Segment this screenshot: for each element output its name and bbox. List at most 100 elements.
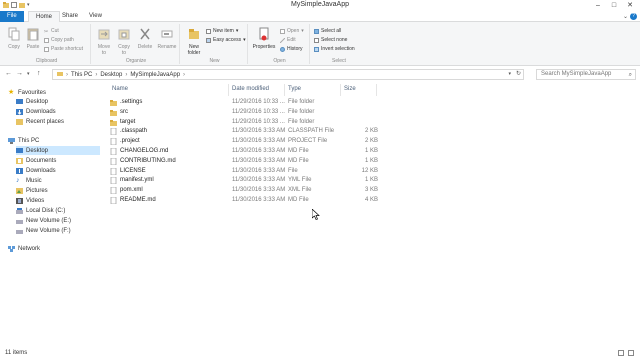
- nav-pc-videos[interactable]: Videos: [16, 196, 116, 205]
- nav-this-pc[interactable]: This PC: [8, 136, 108, 145]
- nav-pc-music[interactable]: ♪ Music: [16, 176, 116, 185]
- column-header-date[interactable]: Date modified: [232, 86, 269, 92]
- file-name: target: [120, 118, 136, 125]
- refresh-icon[interactable]: ↻: [516, 70, 521, 77]
- maximize-button[interactable]: □: [606, 0, 622, 10]
- nav-fav-downloads[interactable]: Downloads: [16, 107, 116, 116]
- column-divider[interactable]: [228, 84, 229, 96]
- file-row[interactable]: README.md 11/30/2016 3:33 AM MD File 4 KB: [106, 196, 378, 205]
- breadcrumb-this-pc[interactable]: This PC: [71, 72, 92, 78]
- new-item-button[interactable]: New item ▾: [206, 28, 238, 34]
- tab-view[interactable]: View: [82, 11, 109, 22]
- nav-pc-pictures[interactable]: Pictures: [16, 186, 116, 195]
- easy-access-button[interactable]: Easy access ▾: [206, 37, 246, 43]
- copy-button[interactable]: Copy: [5, 27, 23, 50]
- invert-selection-button[interactable]: Invert selection: [314, 46, 355, 52]
- ribbon-collapse-icon[interactable]: ⌄: [623, 13, 628, 20]
- chevron-down-icon: ▾: [301, 28, 304, 34]
- nav-fav-desktop[interactable]: Desktop: [16, 97, 116, 106]
- open-button[interactable]: Open ▾: [280, 28, 304, 34]
- paste-shortcut-button[interactable]: Paste shortcut: [44, 46, 83, 52]
- scissors-icon: ✂: [44, 28, 49, 35]
- select-none-button[interactable]: Select none: [314, 37, 347, 43]
- nav-favourites[interactable]: ★ Favourites: [8, 88, 108, 97]
- new-folder-button[interactable]: New folder: [184, 27, 204, 56]
- rename-button[interactable]: Rename: [156, 27, 178, 50]
- breadcrumb-current-folder[interactable]: MySimpleJavaApp: [130, 72, 180, 78]
- back-arrow-icon[interactable]: ←: [5, 70, 12, 77]
- forward-arrow-icon[interactable]: →: [16, 70, 23, 77]
- copy-path-button[interactable]: Copy path: [44, 37, 74, 43]
- address-bar[interactable]: › This PC › Desktop › MySimpleJavaApp › …: [52, 69, 524, 80]
- file-row[interactable]: LICENSE 11/30/2016 3:33 AM File 12 KB: [106, 167, 378, 176]
- file-name: src: [120, 108, 128, 115]
- close-button[interactable]: ✕: [622, 0, 638, 10]
- file-row[interactable]: .classpath 11/30/2016 3:33 AM CLASSPATH Fi…: [106, 127, 378, 136]
- file-row[interactable]: CONTRIBUTING.md 11/30/2016 3:33 AM MD File…: [106, 157, 378, 166]
- file-name: README.md: [120, 197, 156, 203]
- edit-button[interactable]: Edit: [279, 37, 296, 43]
- file-row[interactable]: target 11/29/2016 10:33 ... File folder: [106, 118, 378, 127]
- nav-pc-local-disk-c[interactable]: Local Disk (C:): [16, 206, 116, 215]
- file-date: 11/29/2016 10:33 ...: [232, 108, 285, 115]
- move-to-button[interactable]: Move to: [95, 27, 113, 56]
- copy-to-button[interactable]: Copy to: [115, 27, 133, 56]
- large-icons-view-icon[interactable]: [628, 350, 634, 356]
- open-label: Open: [287, 28, 300, 34]
- nav-pc-documents[interactable]: Documents: [16, 156, 116, 165]
- breadcrumb-desktop[interactable]: Desktop: [100, 72, 122, 78]
- file-row[interactable]: .settings 11/29/2016 10:33 ... File folder: [106, 98, 378, 107]
- column-header-name[interactable]: Name: [112, 86, 128, 92]
- new-group-label: New: [209, 58, 220, 64]
- cut-button[interactable]: ✂ Cut: [44, 28, 59, 35]
- network-icon: [8, 245, 15, 252]
- file-row[interactable]: manifest.yml 11/30/2016 3:33 AM YML File 1 …: [106, 176, 378, 185]
- search-input[interactable]: Search MySimpleJavaApp ⌕: [536, 69, 636, 80]
- properties-button[interactable]: Properties: [251, 27, 277, 50]
- nav-fav-recent-places[interactable]: Recent places: [16, 117, 116, 126]
- paste-button[interactable]: Paste: [24, 27, 42, 50]
- address-dropdown-icon[interactable]: ▾: [508, 71, 511, 77]
- column-divider[interactable]: [376, 84, 377, 96]
- nav-network[interactable]: Network: [8, 244, 108, 253]
- file-size: 4 KB: [364, 197, 378, 203]
- paste-icon: [24, 27, 42, 43]
- breadcrumb-separator-icon: ›: [183, 71, 186, 78]
- mouse-cursor-icon: [311, 208, 320, 220]
- file-row[interactable]: CHANGELOG.md 11/30/2016 3:33 AM MD File 1 K…: [106, 147, 378, 156]
- new-folder-label: New folder: [187, 44, 201, 56]
- nav-pc-downloads[interactable]: Downloads: [16, 166, 116, 175]
- up-arrow-icon[interactable]: ↑: [37, 70, 41, 77]
- easy-access-icon: [206, 37, 211, 43]
- column-divider[interactable]: [284, 84, 285, 96]
- file-list: Name Date modified Type Size .settings 11…: [104, 84, 640, 346]
- file-row[interactable]: src 11/29/2016 10:33 ... File folder: [106, 108, 378, 117]
- file-size: 12 KB: [361, 167, 378, 174]
- help-icon[interactable]: ?: [630, 13, 637, 20]
- nav-pc-new-volume-f[interactable]: New Volume (F:): [16, 226, 116, 235]
- new-group: New folder New item ▾ Easy access ▾ New: [182, 24, 248, 64]
- recent-locations-icon[interactable]: ▾: [27, 71, 30, 77]
- file-type: File folder: [288, 99, 315, 105]
- file-row[interactable]: pom.xml 11/30/2016 3:33 AM XML File 3 KB: [106, 186, 378, 195]
- nav-pc-local-disk-c-label: Local Disk (C:): [26, 207, 66, 214]
- column-header-size[interactable]: Size: [344, 86, 356, 92]
- properties-label: Properties: [252, 44, 276, 50]
- file-row[interactable]: .project 11/30/2016 3:33 AM PROJECT File 2 …: [106, 137, 378, 146]
- tab-share[interactable]: Share: [55, 11, 85, 22]
- column-header-type[interactable]: Type: [288, 86, 301, 92]
- tab-file[interactable]: File: [0, 11, 24, 22]
- file-date: 11/30/2016 3:33 AM: [232, 138, 286, 145]
- file-type: File: [288, 167, 298, 174]
- file-icon: [110, 147, 117, 156]
- minimize-button[interactable]: –: [590, 0, 606, 10]
- nav-pc-desktop[interactable]: Desktop: [16, 146, 100, 155]
- select-all-button[interactable]: Select all: [314, 28, 341, 34]
- file-size: 1 KB: [364, 157, 378, 164]
- column-divider[interactable]: [340, 84, 341, 96]
- nav-pc-new-volume-e[interactable]: New Volume (E:): [16, 216, 116, 225]
- copy-path-icon: [44, 37, 49, 43]
- history-button[interactable]: History: [280, 46, 303, 52]
- delete-button[interactable]: Delete: [136, 27, 154, 50]
- details-view-icon[interactable]: [618, 350, 624, 356]
